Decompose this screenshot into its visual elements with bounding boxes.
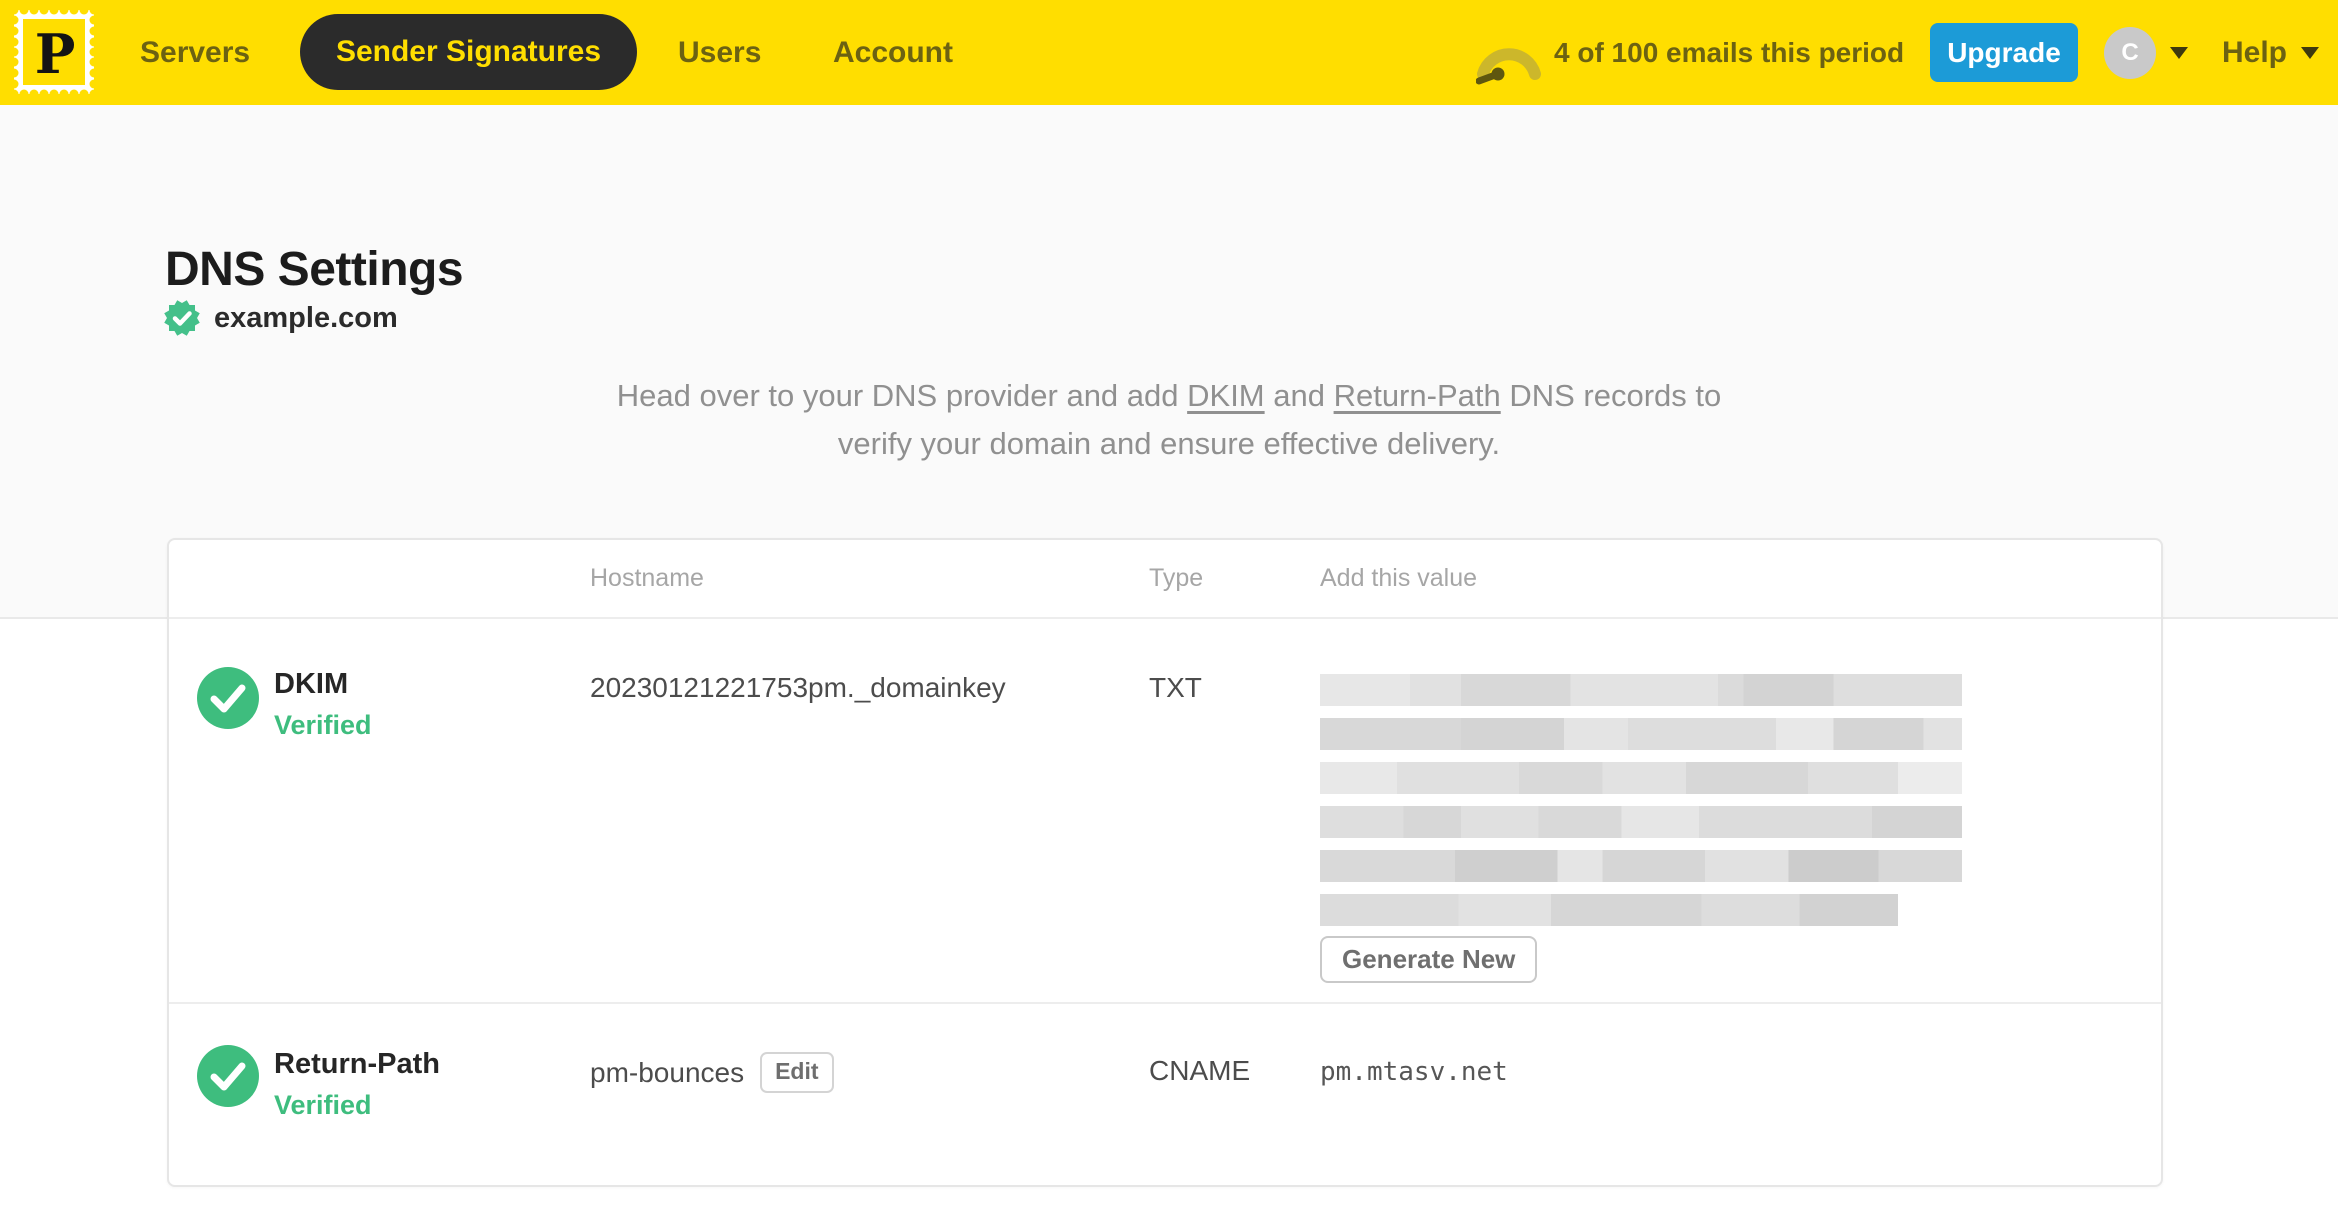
redacted-bar — [1320, 762, 1962, 794]
description-text: DNS records to — [1500, 378, 1722, 413]
column-header-hostname: Hostname — [590, 564, 704, 592]
upgrade-button[interactable]: Upgrade — [1930, 23, 2078, 82]
record-type: TXT — [1149, 672, 1202, 703]
description-text: and — [1264, 378, 1334, 413]
column-header-value: Add this value — [1320, 564, 1478, 592]
redacted-bar — [1320, 674, 1962, 706]
nav-item-servers[interactable]: Servers — [140, 0, 250, 105]
top-navbar: P Servers Sender Signatures Users Accoun… — [0, 0, 2338, 105]
page-title: DNS Settings — [165, 243, 464, 297]
nav-item-account[interactable]: Account — [833, 0, 953, 105]
redacted-bar — [1320, 806, 1962, 838]
nav-item-users[interactable]: Users — [678, 0, 761, 105]
redacted-bar — [1320, 718, 1962, 750]
domain-name: example.com — [214, 301, 398, 334]
edit-button[interactable]: Edit — [760, 1052, 834, 1093]
chevron-down-icon — [2301, 46, 2320, 59]
help-menu[interactable]: Help — [2222, 0, 2320, 105]
domain-row: example.com — [162, 298, 398, 338]
record-status: Verified — [274, 710, 372, 740]
record-name: Return-Path — [274, 1048, 440, 1080]
verified-seal-icon — [164, 300, 200, 336]
table-row-divider — [169, 1002, 2161, 1004]
postmark-stamp-icon: P — [9, 5, 99, 99]
avatar[interactable]: C — [2104, 26, 2156, 79]
dkim-redacted-value — [1320, 674, 1962, 938]
svg-text:P: P — [35, 22, 76, 86]
generate-new-button[interactable]: Generate New — [1320, 936, 1538, 983]
dkim-link[interactable]: DKIM — [1187, 378, 1265, 413]
page-description: Head over to your DNS provider and add D… — [0, 372, 2338, 468]
table-header-divider — [169, 617, 2161, 619]
column-header-type: Type — [1149, 564, 1204, 592]
redacted-bar — [1320, 850, 1962, 882]
dns-records-table: Hostname Type Add this value DKIM Verifi… — [167, 538, 2163, 1187]
record-type: CNAME — [1149, 1055, 1251, 1086]
help-label: Help — [2222, 35, 2288, 69]
record-hostname: pm-bounces — [590, 1056, 745, 1088]
chevron-down-icon — [2170, 46, 2188, 59]
record-value: pm.mtasv.net — [1320, 1057, 1508, 1087]
redacted-bar — [1320, 894, 1898, 926]
nav-item-sender-signatures[interactable]: Sender Signatures — [300, 14, 637, 90]
verified-check-icon — [197, 667, 259, 729]
description-text: Head over to your DNS provider and add — [616, 378, 1188, 413]
account-menu[interactable]: C — [2104, 0, 2188, 105]
postmark-logo[interactable]: P — [9, 5, 99, 99]
verified-check-icon — [197, 1045, 259, 1107]
record-status: Verified — [274, 1090, 372, 1120]
description-text-line2: verify your domain and ensure effective … — [837, 426, 1501, 461]
record-hostname-row: pm-bounces Edit — [590, 1052, 834, 1093]
record-name: DKIM — [274, 668, 349, 700]
return-path-link[interactable]: Return-Path — [1334, 378, 1501, 413]
postmark-dns-settings-screen: P Servers Sender Signatures Users Accoun… — [0, 0, 2338, 1222]
usage-counter: 4 of 100 emails this period — [1554, 36, 1905, 68]
gauge-icon — [1475, 28, 1542, 86]
record-hostname: 20230121221753pm._domainkey — [590, 672, 1006, 703]
